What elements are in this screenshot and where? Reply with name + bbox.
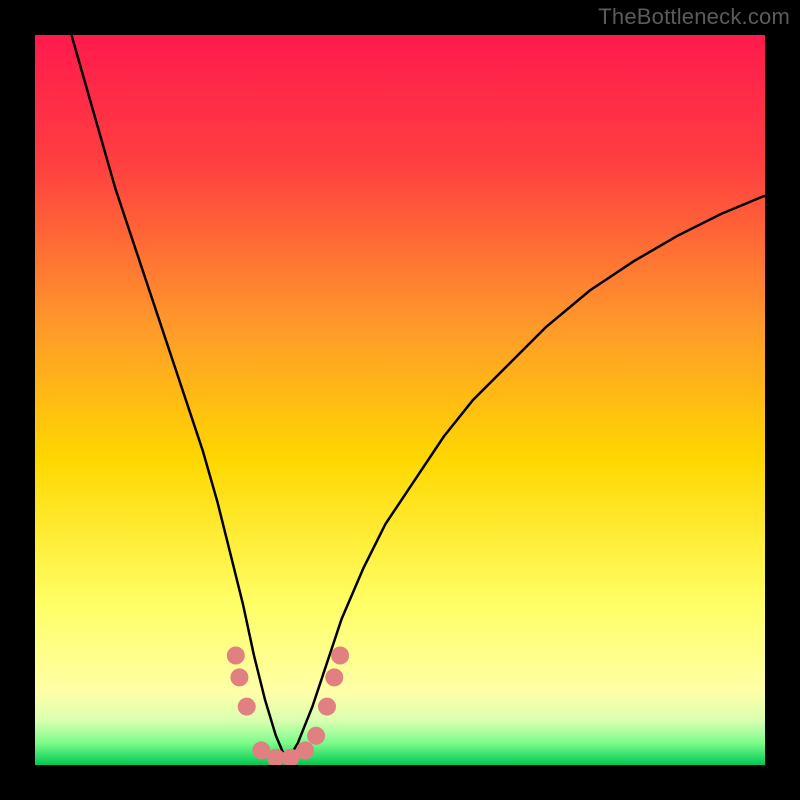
marker-dot bbox=[230, 668, 248, 686]
bottleneck-chart bbox=[35, 35, 765, 765]
marker-dot bbox=[325, 668, 343, 686]
marker-dot bbox=[296, 741, 314, 759]
marker-dot bbox=[227, 647, 245, 665]
marker-dot bbox=[318, 698, 336, 716]
chart-frame: TheBottleneck.com bbox=[0, 0, 800, 800]
marker-dot bbox=[307, 727, 325, 745]
marker-dot bbox=[331, 647, 349, 665]
watermark-text: TheBottleneck.com bbox=[598, 4, 790, 30]
gradient-background bbox=[35, 35, 765, 765]
marker-dot bbox=[238, 698, 256, 716]
